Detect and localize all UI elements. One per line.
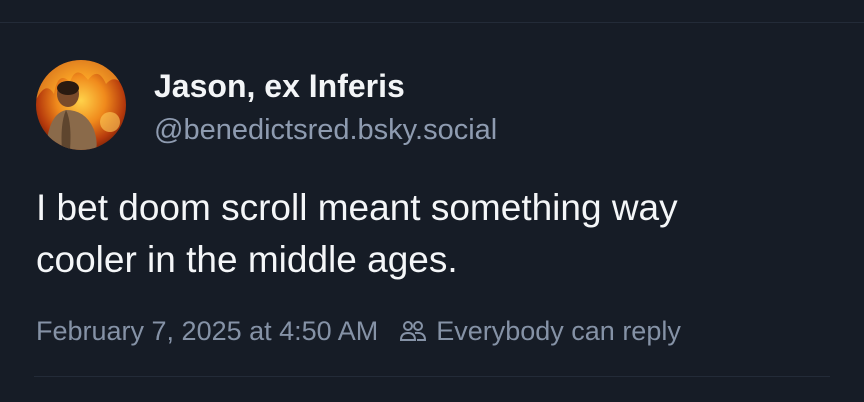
post-timestamp[interactable]: February 7, 2025 at 4:50 AM (36, 316, 378, 347)
post-text-line: cooler in the middle ages. (36, 239, 458, 280)
post-card: Jason, ex Inferis @benedictsred.bsky.soc… (0, 0, 864, 402)
bottom-divider (34, 376, 830, 377)
author-handle[interactable]: @benedictsred.bsky.social (154, 112, 497, 148)
author-display-name[interactable]: Jason, ex Inferis (154, 66, 405, 106)
users-icon (398, 316, 428, 346)
reply-setting[interactable]: Everybody can reply (436, 316, 681, 347)
post-text-line: I bet doom scroll meant something way (36, 187, 678, 228)
post-text: I bet doom scroll meant something way co… (36, 182, 836, 286)
top-divider (0, 22, 864, 23)
post-meta: February 7, 2025 at 4:50 AM Everybody ca… (36, 314, 681, 348)
avatar[interactable] (36, 60, 126, 150)
